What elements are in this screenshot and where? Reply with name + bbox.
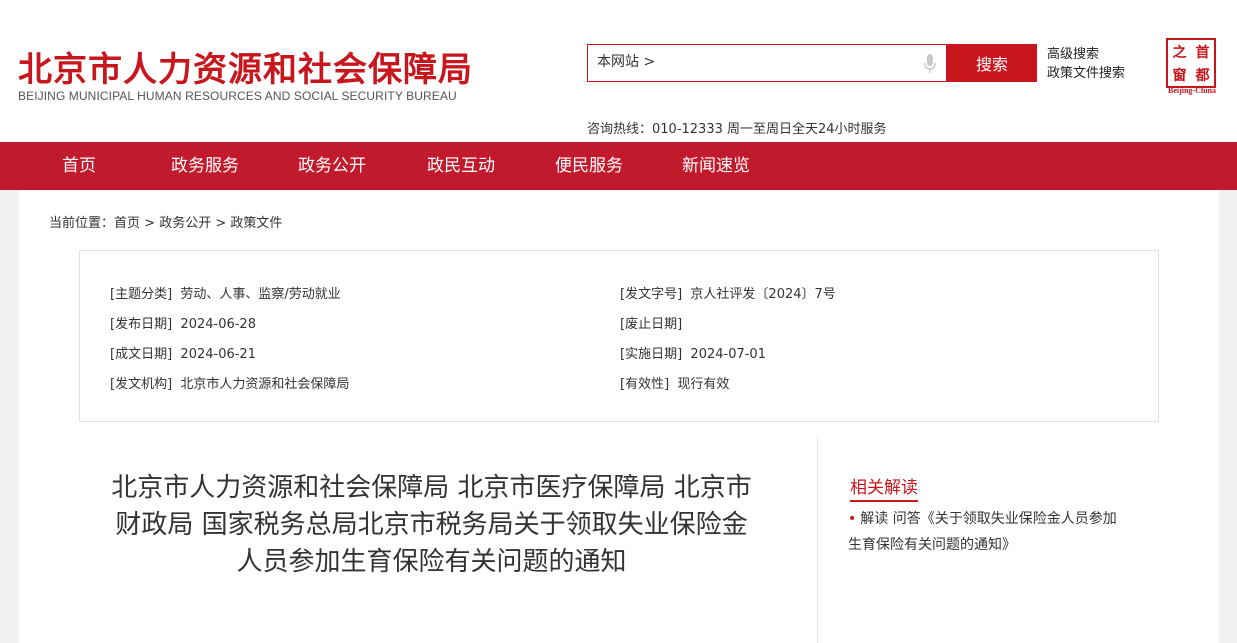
- meta-abolish-label: [废止日期]: [620, 317, 683, 332]
- meta-validity: [有效性] 现行有效: [620, 373, 729, 392]
- nav-public-services[interactable]: 便民服务: [555, 142, 623, 190]
- search-scope-selector[interactable]: 本网站 >: [597, 51, 655, 71]
- content-area: 当前位置：首页 > 政务公开 > 政策文件 [主题分类] 劳动、人事、监察/劳动…: [19, 190, 1219, 643]
- breadcrumb-home[interactable]: 首页: [114, 216, 140, 231]
- meta-publish-date: [发布日期] 2024-06-28: [110, 313, 256, 332]
- seal-char-3: 窗: [1172, 67, 1187, 84]
- meta-validity-label: [有效性]: [620, 377, 670, 392]
- hotline-text: 咨询热线：010-12333 周一至周日全天24小时服务: [587, 122, 887, 137]
- seal-char-1: 之: [1172, 44, 1187, 61]
- nav-gov-disclosure[interactable]: 政务公开: [298, 142, 366, 190]
- nav-home[interactable]: 首页: [62, 142, 96, 190]
- seal-caption: Beijing-China: [1167, 86, 1216, 95]
- site-logo-title[interactable]: 北京市人力资源和社会保障局: [18, 42, 473, 91]
- policy-search-link[interactable]: 政策文件搜索: [1047, 64, 1125, 83]
- meta-abolish-date: [废止日期]: [620, 313, 686, 332]
- column-divider: [817, 438, 818, 643]
- breadcrumb-disclosure[interactable]: 政务公开: [159, 216, 211, 231]
- meta-effective-value: 2024-07-01: [690, 347, 766, 362]
- nav-gov-services[interactable]: 政务服务: [171, 142, 239, 190]
- breadcrumb: 当前位置：首页 > 政务公开 > 政策文件: [49, 212, 282, 231]
- meta-effective-date: [实施日期] 2024-07-01: [620, 343, 766, 362]
- nav-interaction[interactable]: 政民互动: [427, 142, 495, 190]
- advanced-search-link[interactable]: 高级搜索: [1047, 45, 1125, 64]
- breadcrumb-separator: >: [215, 216, 227, 231]
- bullet-icon: •: [848, 511, 857, 527]
- nav-news[interactable]: 新闻速览: [682, 142, 750, 190]
- meta-created-date: [成文日期] 2024-06-21: [110, 343, 256, 362]
- breadcrumb-policy-docs[interactable]: 政策文件: [230, 216, 282, 231]
- meta-issuer-label: [发文机构]: [110, 377, 173, 392]
- site-header: 北京市人力资源和社会保障局 BEIJING MUNICIPAL HUMAN RE…: [0, 0, 1237, 142]
- related-item-text[interactable]: 解读 问答《关于领取失业保险金人员参加生育保险有关问题的通知》: [848, 511, 1117, 553]
- microphone-icon[interactable]: [924, 54, 936, 74]
- meta-issuer: [发文机构] 北京市人力资源和社会保障局: [110, 373, 349, 392]
- document-metadata: [主题分类] 劳动、人事、监察/劳动就业 [发文字号] 京人社评发〔2024〕7…: [79, 250, 1159, 422]
- related-interpretation-heading: 相关解读: [850, 473, 918, 502]
- seal-char-4: 都: [1195, 67, 1210, 84]
- meta-issuer-value: 北京市人力资源和社会保障局: [180, 377, 350, 392]
- meta-publish-label: [发布日期]: [110, 317, 173, 332]
- breadcrumb-separator: >: [144, 216, 156, 231]
- meta-created-label: [成文日期]: [110, 347, 173, 362]
- main-nav: 首页 政务服务 政务公开 政民互动 便民服务 新闻速览: [0, 142, 1237, 190]
- seal-char-2: 首: [1195, 44, 1210, 61]
- meta-doc-no: [发文字号] 京人社评发〔2024〕7号: [620, 283, 836, 302]
- meta-created-value: 2024-06-21: [180, 347, 256, 362]
- search-button[interactable]: 搜索: [947, 44, 1037, 82]
- site-logo-subtitle: BEIJING MUNICIPAL HUMAN RESOURCES AND SO…: [18, 89, 457, 103]
- meta-doc-no-label: [发文字号]: [620, 287, 683, 302]
- breadcrumb-label: 当前位置：: [49, 216, 115, 231]
- meta-validity-value: 现行有效: [677, 377, 730, 392]
- search-links: 高级搜索 政策文件搜索: [1047, 45, 1125, 83]
- meta-effective-label: [实施日期]: [620, 347, 683, 362]
- search-input[interactable]: 本网站 >: [587, 44, 947, 82]
- related-interpretation-link[interactable]: • 解读 问答《关于领取失业保险金人员参加生育保险有关问题的通知》: [848, 506, 1118, 558]
- meta-doc-no-value: 京人社评发〔2024〕7号: [690, 287, 836, 302]
- meta-topic: [主题分类] 劳动、人事、监察/劳动就业: [110, 283, 341, 302]
- meta-topic-value: 劳动、人事、监察/劳动就业: [180, 287, 341, 302]
- meta-topic-label: [主题分类]: [110, 287, 173, 302]
- document-title: 北京市人力资源和社会保障局 北京市医疗保障局 北京市财政局 国家税务总局北京市税…: [111, 473, 752, 577]
- capital-seal-logo: 之 首 窗 都: [1166, 38, 1216, 88]
- meta-publish-value: 2024-06-28: [180, 317, 256, 332]
